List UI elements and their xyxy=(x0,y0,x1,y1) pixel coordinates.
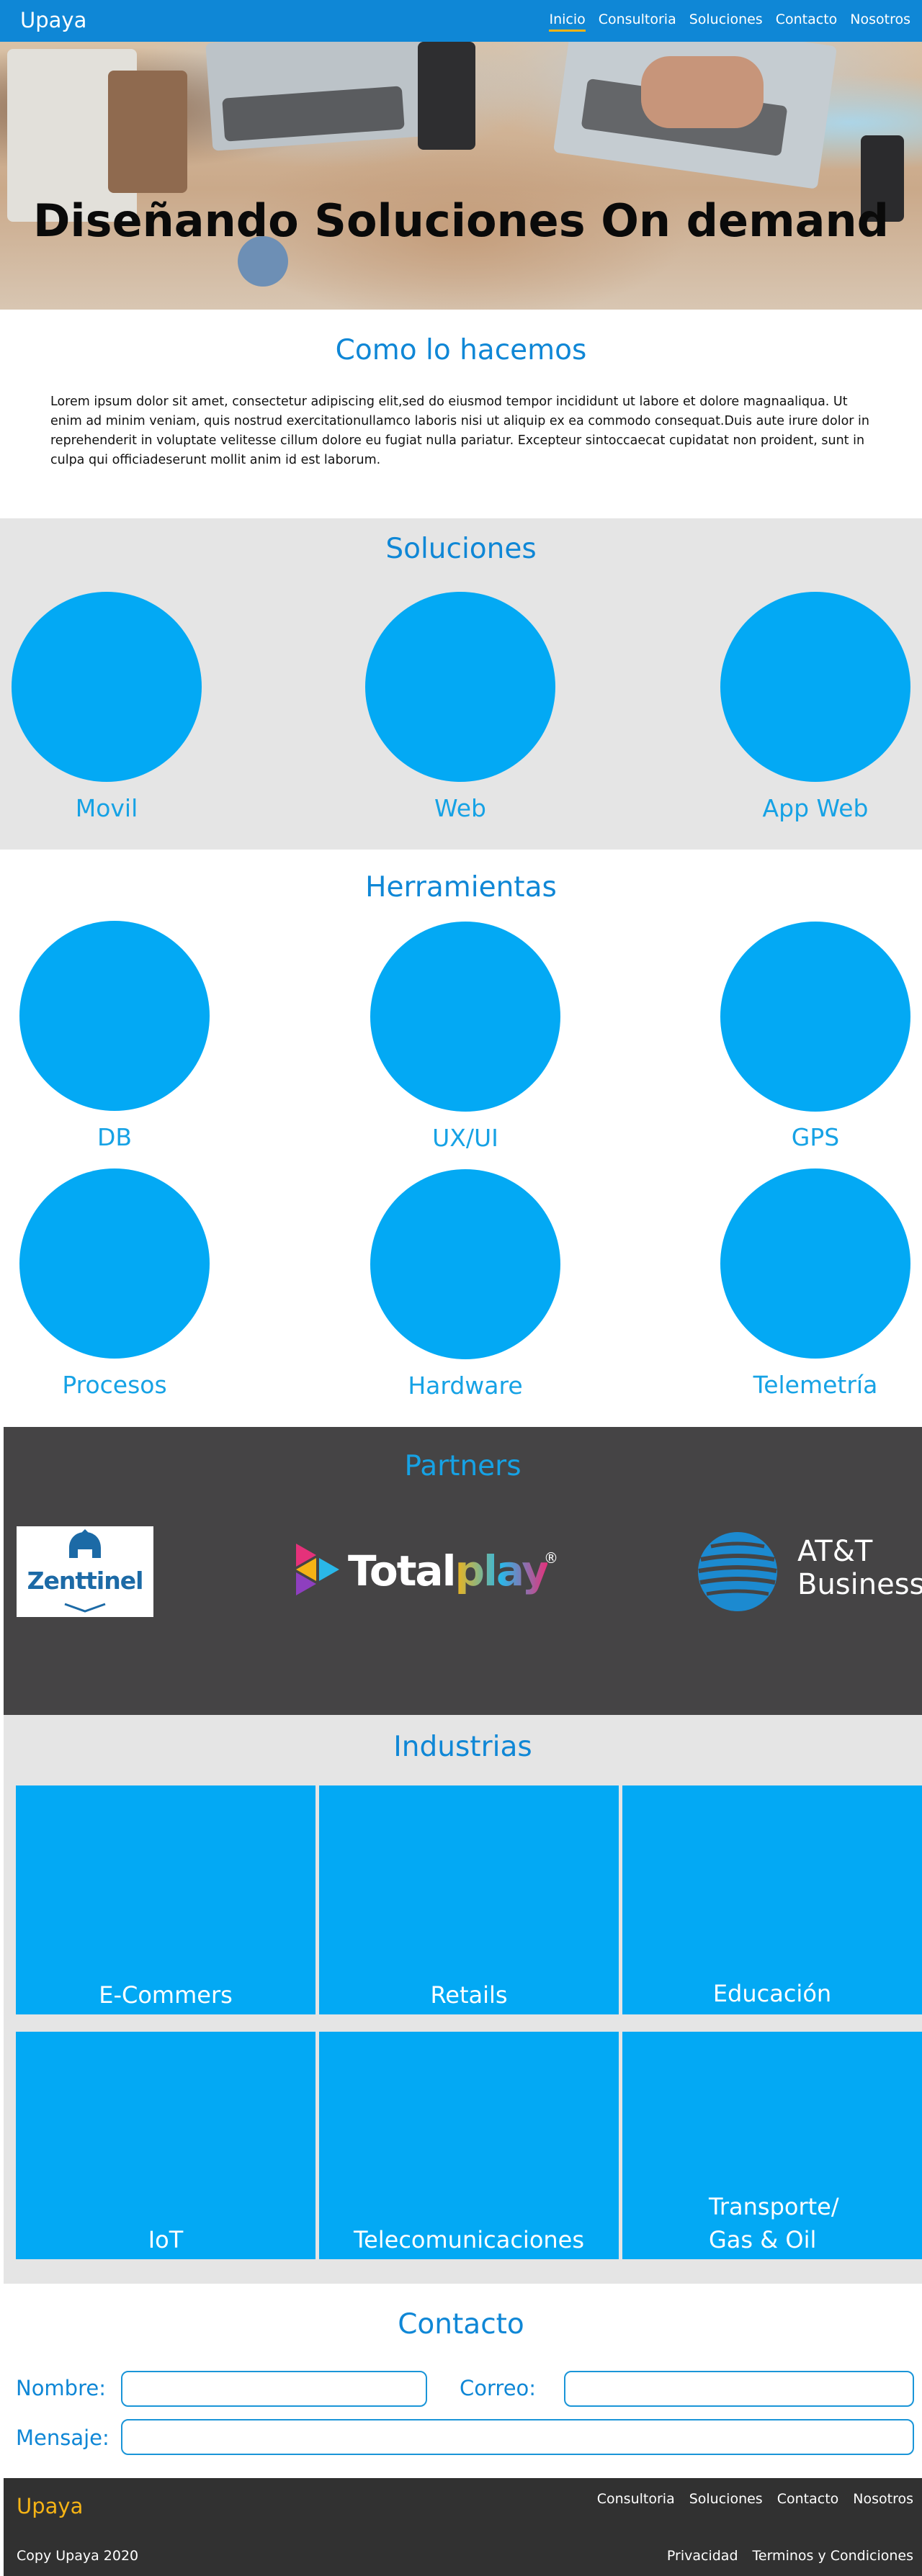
industria-label-transporte: Transporte/ xyxy=(709,2193,839,2220)
section-title-herramientas: Herramientas xyxy=(365,871,557,904)
mensaje-label: Mensaje: xyxy=(16,2426,109,2450)
herramientas-circle-procesos[interactable] xyxy=(19,1168,210,1359)
section-title-como: Como lo hacemos xyxy=(335,334,587,366)
footer: Upaya Consultoria Soluciones Contacto No… xyxy=(4,2478,922,2576)
zenttinel-chevron-icon xyxy=(64,1603,106,1613)
footer-link-soluciones[interactable]: Soluciones xyxy=(689,2491,763,2507)
section-title-partners: Partners xyxy=(404,1450,522,1482)
herramientas-label-telemetria: Telemetría xyxy=(753,1371,878,1399)
soluciones-circle-appweb[interactable] xyxy=(720,592,910,782)
nav-links: Inicio Consultoria Soluciones Contacto N… xyxy=(549,12,910,32)
nav-link-nosotros[interactable]: Nosotros xyxy=(850,12,910,32)
section-title-soluciones: Soluciones xyxy=(385,533,537,565)
hero-banner: Diseñando Soluciones On demand xyxy=(0,42,922,310)
industria-tile-ecommers[interactable]: E-Commers xyxy=(16,1785,315,2014)
hero-bag-image xyxy=(108,71,187,193)
soluciones-circle-web[interactable] xyxy=(365,592,555,782)
nav-link-contacto[interactable]: Contacto xyxy=(776,12,838,32)
footer-link-contacto[interactable]: Contacto xyxy=(777,2491,839,2507)
industria-label-educacion: Educación xyxy=(712,1980,832,2007)
footer-link-nosotros[interactable]: Nosotros xyxy=(853,2491,913,2507)
brand-logo[interactable]: Upaya xyxy=(20,8,86,32)
section-title-industrias: Industrias xyxy=(393,1731,532,1763)
footer-link-terminos[interactable]: Terminos y Condiciones xyxy=(753,2548,913,2564)
herramientas-label-procesos: Procesos xyxy=(62,1371,167,1399)
nombre-field[interactable] xyxy=(121,2371,427,2407)
industria-label-gas-oil: Gas & Oil xyxy=(709,2226,817,2253)
industrias-section: Industrias E-Commers Retails Educación I… xyxy=(4,1715,922,2284)
intro-paragraph: Lorem ipsum dolor sit amet, consectetur … xyxy=(50,395,869,467)
partners-section: Partners Zenttinel Totalplay ® AT&T Busi… xyxy=(4,1427,922,1715)
herramientas-label-uxui: UX/UI xyxy=(432,1124,498,1152)
herramientas-label-db: DB xyxy=(97,1123,133,1151)
navbar: Upaya Inicio Consultoria Soluciones Cont… xyxy=(0,0,922,42)
hero-title: Diseñando Soluciones On demand xyxy=(32,194,890,247)
herramientas-circle-db[interactable] xyxy=(19,921,210,1111)
mensaje-field[interactable] xyxy=(121,2419,914,2455)
nav-link-soluciones[interactable]: Soluciones xyxy=(689,12,763,32)
industria-label-telecomunicaciones: Telecomunicaciones xyxy=(353,2226,585,2253)
totalplay-word-total: Total xyxy=(348,1546,456,1595)
zenttinel-wordmark: Zenttinel xyxy=(27,1567,144,1595)
footer-link-consultoria[interactable]: Consultoria xyxy=(597,2491,675,2507)
footer-legal-links: Privacidad Terminos y Condiciones xyxy=(667,2548,913,2564)
industria-tile-telecomunicaciones[interactable]: Telecomunicaciones xyxy=(319,2032,619,2259)
footer-copyright: Copy Upaya 2020 xyxy=(17,2548,139,2564)
industria-tile-iot[interactable]: IoT xyxy=(16,2032,315,2259)
soluciones-section: Soluciones Movil Web App Web xyxy=(0,518,922,850)
zenttinel-helmet-icon xyxy=(69,1529,101,1558)
herramientas-circle-uxui[interactable] xyxy=(370,922,560,1112)
soluciones-circle-movil[interactable] xyxy=(12,592,202,782)
herramientas-circle-telemetria[interactable] xyxy=(720,1168,910,1359)
att-business-wordmark: Business xyxy=(797,1568,922,1601)
soluciones-label-web: Web xyxy=(434,794,486,822)
nav-link-consultoria[interactable]: Consultoria xyxy=(599,12,676,32)
soluciones-label-movil: Movil xyxy=(75,794,138,822)
industria-label-retails: Retails xyxy=(430,1981,508,2009)
zenttinel-logo[interactable]: Zenttinel xyxy=(17,1526,153,1617)
totalplay-registered: ® xyxy=(544,1549,558,1567)
soluciones-label-appweb: App Web xyxy=(762,794,869,822)
totalplay-logo[interactable]: Totalplay ® xyxy=(295,1542,561,1600)
nombre-label: Nombre: xyxy=(16,2376,106,2400)
section-title-contacto: Contacto xyxy=(398,2308,524,2341)
totalplay-word-play: play xyxy=(455,1546,549,1595)
footer-brand-logo[interactable]: Upaya xyxy=(17,2494,83,2518)
industria-label-iot: IoT xyxy=(148,2226,184,2253)
footer-link-privacidad[interactable]: Privacidad xyxy=(667,2548,738,2564)
nav-link-inicio[interactable]: Inicio xyxy=(549,12,586,32)
herramientas-label-gps: GPS xyxy=(791,1123,840,1151)
att-wordmark: AT&T xyxy=(797,1535,873,1568)
hero-hands-image xyxy=(641,56,764,128)
totalplay-wordmark: Totalplay xyxy=(348,1546,549,1595)
footer-links: Consultoria Soluciones Contacto Nosotros xyxy=(597,2491,913,2507)
herramientas-label-hardware: Hardware xyxy=(408,1372,523,1400)
herramientas-circle-gps[interactable] xyxy=(720,922,910,1112)
industria-label-ecommers: E-Commers xyxy=(99,1981,233,2009)
correo-field[interactable] xyxy=(564,2371,914,2407)
hero-phone-image xyxy=(418,42,475,150)
industria-tile-retails[interactable]: Retails xyxy=(319,1785,619,2014)
totalplay-triangles-icon xyxy=(296,1544,339,1595)
att-globe-icon xyxy=(698,1532,777,1611)
att-business-logo[interactable]: AT&T Business xyxy=(697,1531,922,1611)
industria-tile-transporte[interactable]: Transporte/ Gas & Oil xyxy=(622,2032,922,2259)
herramientas-circle-hardware[interactable] xyxy=(370,1169,560,1359)
industria-tile-educacion[interactable]: Educación xyxy=(622,1785,922,2014)
correo-label: Correo: xyxy=(460,2376,537,2400)
